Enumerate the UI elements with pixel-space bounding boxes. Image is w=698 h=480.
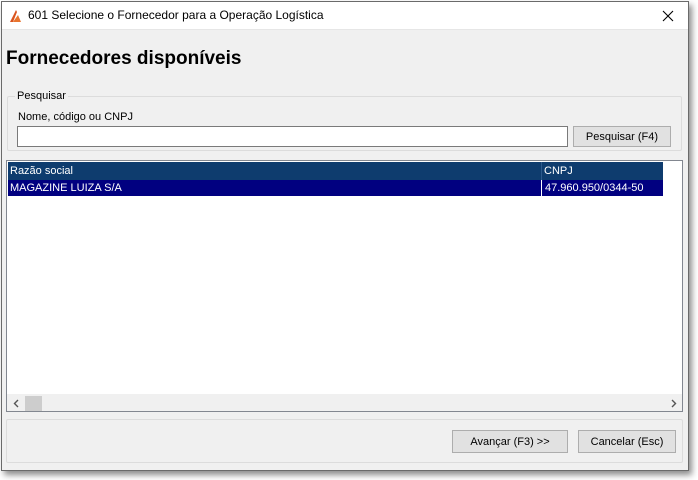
column-divider bbox=[541, 180, 542, 196]
close-icon bbox=[662, 10, 674, 22]
scrollbar-thumb[interactable] bbox=[25, 396, 42, 411]
search-field-label: Nome, código ou CNPJ bbox=[18, 111, 133, 123]
suppliers-grid: Razão social CNPJ MAGAZINE LUIZA S/A 47.… bbox=[6, 160, 683, 412]
cell-cnpj: 47.960.950/0344-50 bbox=[545, 182, 644, 194]
scroll-left-button[interactable] bbox=[7, 395, 24, 412]
search-group-label: Pesquisar bbox=[15, 90, 68, 102]
column-header-razao-social[interactable]: Razão social bbox=[10, 165, 73, 177]
title-bar[interactable]: 601 Selecione o Fornecedor para a Operaç… bbox=[2, 2, 688, 30]
page-title: Fornecedores disponíveis bbox=[6, 48, 242, 69]
scroll-right-button[interactable] bbox=[665, 395, 682, 412]
chevron-left-icon bbox=[13, 399, 18, 408]
column-divider bbox=[541, 162, 542, 180]
close-button[interactable] bbox=[648, 2, 688, 30]
cancel-button[interactable]: Cancelar (Esc) bbox=[578, 430, 676, 453]
grid-header: Razão social CNPJ bbox=[8, 162, 663, 180]
cell-razao-social: MAGAZINE LUIZA S/A bbox=[10, 182, 122, 194]
app-logo-icon bbox=[10, 10, 21, 22]
table-row[interactable]: MAGAZINE LUIZA S/A 47.960.950/0344-50 bbox=[8, 180, 663, 196]
horizontal-scrollbar[interactable] bbox=[7, 394, 682, 411]
search-input[interactable] bbox=[17, 126, 568, 147]
next-button[interactable]: Avançar (F3) >> bbox=[452, 430, 568, 453]
column-header-cnpj[interactable]: CNPJ bbox=[544, 165, 573, 177]
chevron-right-icon bbox=[671, 399, 676, 408]
window-title: 601 Selecione o Fornecedor para a Operaç… bbox=[28, 8, 324, 22]
search-button[interactable]: Pesquisar (F4) bbox=[573, 126, 671, 147]
